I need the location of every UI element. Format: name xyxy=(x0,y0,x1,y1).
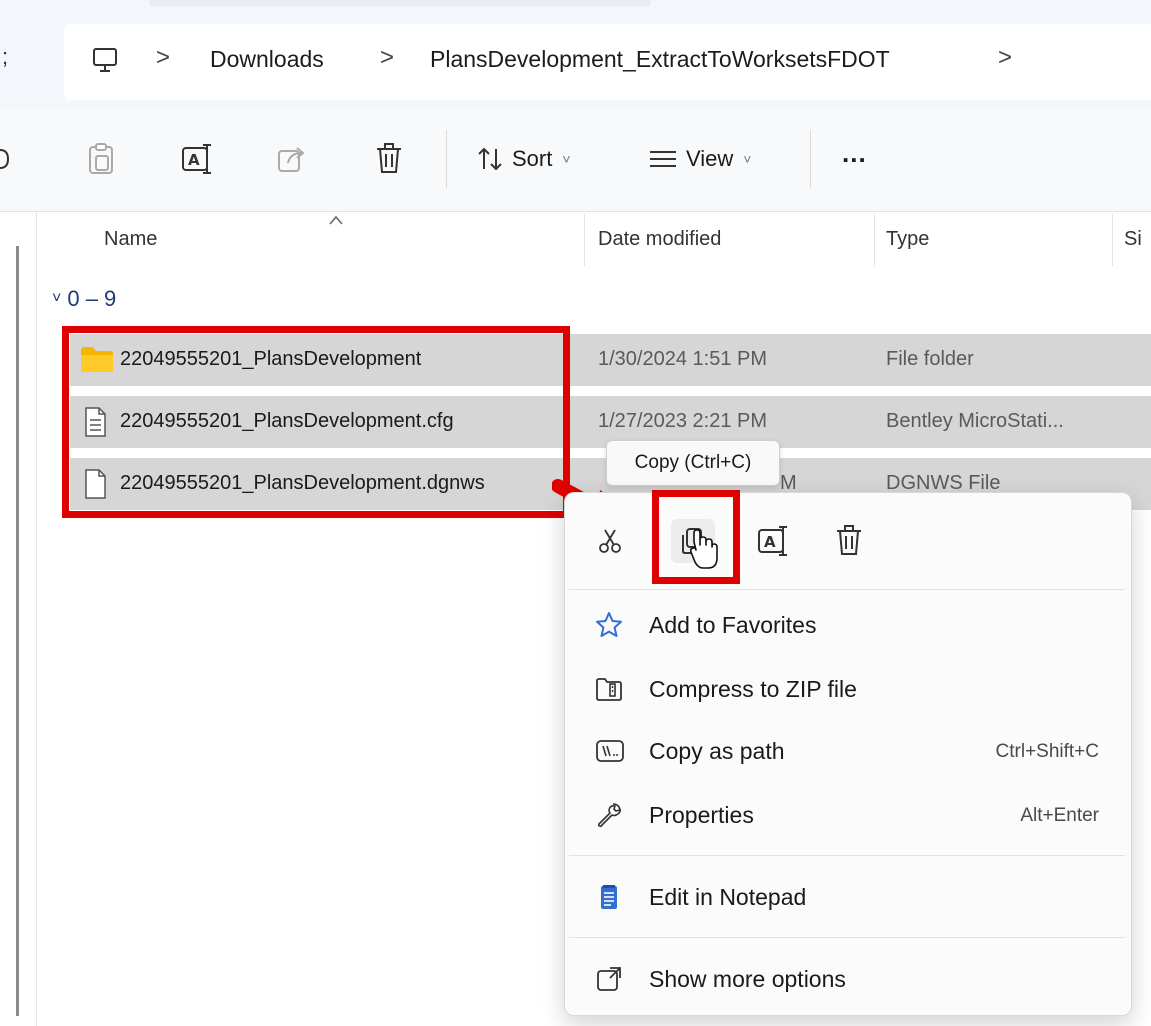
copy-tooltip: Copy (Ctrl+C) xyxy=(606,440,780,486)
star-icon xyxy=(595,611,623,639)
menu-item-shortcut: Ctrl+Shift+C xyxy=(995,741,1099,762)
menu-separator xyxy=(569,937,1125,938)
file-date: 1/27/2023 2:21 PM xyxy=(598,410,768,432)
wrench-icon xyxy=(595,801,623,829)
menu-item-label: Edit in Notepad xyxy=(649,884,807,910)
file-date: 1/30/2024 1:51 PM xyxy=(598,348,768,370)
address-bar-area: ; > Downloads > PlansDevelopment_Extract… xyxy=(0,0,1151,108)
column-header-name[interactable]: Name xyxy=(104,228,157,251)
path-icon xyxy=(595,737,624,765)
delete-icon[interactable] xyxy=(374,136,404,182)
context-menu-icon-bar: A xyxy=(565,493,1131,585)
svg-text:A: A xyxy=(188,151,200,169)
paste-icon[interactable] xyxy=(86,136,116,182)
menu-item-add-to-favorites[interactable]: Add to Favorites xyxy=(565,597,1131,653)
menu-separator xyxy=(569,589,1125,590)
more-options-button[interactable]: ... xyxy=(842,130,867,176)
menu-item-label: Compress to ZIP file xyxy=(649,676,857,702)
navigation-scrollbar[interactable] xyxy=(16,246,19,1016)
chevron-down-icon: ˅ xyxy=(562,151,571,167)
selection-highlight-box xyxy=(62,326,570,518)
menu-item-edit-in-notepad[interactable]: Edit in Notepad xyxy=(565,869,1131,925)
share-icon[interactable] xyxy=(276,136,308,182)
delete-icon[interactable] xyxy=(827,519,871,563)
view-button[interactable]: View ˅ xyxy=(648,136,751,182)
column-header-date-modified[interactable]: Date modified xyxy=(598,228,721,251)
menu-item-copy-as-path[interactable]: Copy as path Ctrl+Shift+C xyxy=(565,723,1131,779)
view-lines-icon xyxy=(650,151,676,167)
view-label: View xyxy=(686,146,734,171)
column-divider[interactable] xyxy=(584,214,585,266)
column-header-size[interactable]: Si xyxy=(1124,228,1151,251)
file-type: File folder xyxy=(886,348,974,370)
menu-item-label: Properties xyxy=(649,802,754,828)
breadcrumb-separator[interactable]: > xyxy=(380,44,394,72)
sort-label: Sort xyxy=(512,146,553,171)
column-header-type[interactable]: Type xyxy=(886,228,929,251)
group-header[interactable]: ˅ 0 – 9 xyxy=(52,286,116,312)
breadcrumb-separator[interactable]: > xyxy=(156,44,170,72)
svg-text:A: A xyxy=(764,533,776,551)
file-type: Bentley MicroStati... xyxy=(886,410,1064,432)
menu-item-properties[interactable]: Properties Alt+Enter xyxy=(565,787,1131,843)
navigation-pane-border xyxy=(36,212,37,1026)
notepad-icon xyxy=(595,883,623,911)
menu-item-compress-zip[interactable]: Compress to ZIP file xyxy=(565,661,1131,717)
this-pc-icon[interactable] xyxy=(90,46,120,81)
menu-separator xyxy=(569,855,1125,856)
chevron-down-icon: ˅ xyxy=(743,151,752,167)
zip-icon xyxy=(595,675,623,703)
column-divider[interactable] xyxy=(874,214,875,266)
command-bar: A Sort ˅ View ˅ ... xyxy=(0,108,1151,212)
menu-item-show-more-options[interactable]: Show more options xyxy=(565,951,1131,1007)
sort-ascending-icon xyxy=(328,213,344,231)
menu-item-label: Copy as path xyxy=(649,738,785,764)
menu-item-label: Show more options xyxy=(649,966,846,992)
menu-item-shortcut: Alt+Enter xyxy=(1020,805,1099,826)
chevron-down-icon: ˅ xyxy=(52,290,62,307)
cut-partial-icon[interactable] xyxy=(0,136,12,182)
toolbar-divider xyxy=(810,130,811,188)
window-top-edge xyxy=(150,0,650,6)
breadcrumb-downloads[interactable]: Downloads xyxy=(210,46,324,73)
group-label: 0 – 9 xyxy=(67,286,117,311)
cut-icon[interactable] xyxy=(589,519,633,563)
more-options-icon xyxy=(595,965,623,993)
sort-button[interactable]: Sort ˅ xyxy=(476,136,571,182)
sort-arrows-icon xyxy=(478,147,502,171)
rename-icon[interactable]: A xyxy=(751,519,795,563)
context-menu: A Add to Favorites Compress to ZIP file … xyxy=(564,492,1132,1016)
toolbar-divider xyxy=(446,130,447,188)
column-divider[interactable] xyxy=(1112,214,1113,266)
breadcrumb-separator[interactable]: > xyxy=(998,44,1012,72)
rename-icon[interactable]: A xyxy=(180,136,214,182)
menu-item-label: Add to Favorites xyxy=(649,612,817,638)
mouse-pointer-icon xyxy=(690,529,718,569)
breadcrumb-current-folder[interactable]: PlansDevelopment_ExtractToWorksetsFDOT xyxy=(430,46,890,73)
address-bar[interactable]: > Downloads > PlansDevelopment_ExtractTo… xyxy=(64,24,1151,100)
address-left-glyph: ; xyxy=(2,44,9,69)
